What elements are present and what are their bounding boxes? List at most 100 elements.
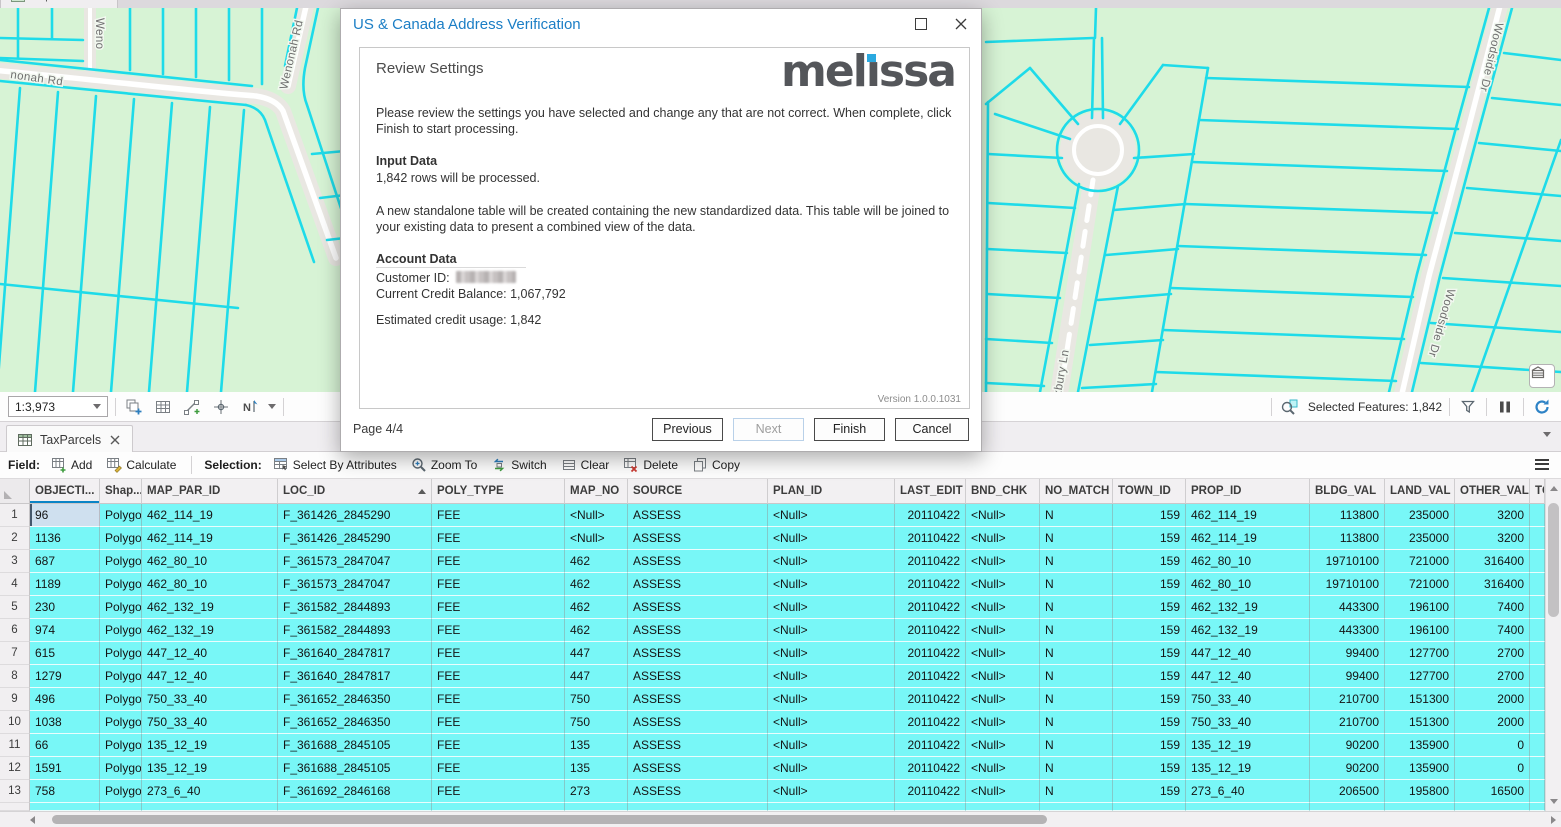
column-header[interactable]: LAST_EDIT: [895, 479, 966, 504]
table-cell[interactable]: 7400: [1455, 596, 1530, 619]
table-cell[interactable]: 974: [30, 619, 100, 642]
row-number[interactable]: 2: [0, 527, 30, 550]
table-cell[interactable]: 96: [30, 504, 100, 527]
table-cell[interactable]: Polygon: [100, 619, 142, 642]
table-cell[interactable]: 195800: [1385, 780, 1455, 803]
table-cell[interactable]: 159: [1113, 688, 1186, 711]
table-cell[interactable]: 2000: [1455, 688, 1530, 711]
table-cell[interactable]: 19710100: [1310, 573, 1385, 596]
table-cell[interactable]: F_361692_2846168: [278, 780, 432, 803]
table-cell[interactable]: 135900: [1385, 734, 1455, 757]
table-cell[interactable]: 235000: [1385, 504, 1455, 527]
table-cell[interactable]: 462: [565, 550, 628, 573]
table-cell[interactable]: 159: [1113, 573, 1186, 596]
table-cell[interactable]: F_361426_2845290: [278, 504, 432, 527]
table-cell[interactable]: ASSESS: [628, 550, 768, 573]
open-table-button[interactable]: [152, 396, 174, 418]
column-header[interactable]: TOWN_ID: [1113, 479, 1186, 504]
column-header[interactable]: NO_MATCH: [1040, 479, 1113, 504]
table-cell[interactable]: <Null>: [966, 665, 1040, 688]
row-number[interactable]: 13: [0, 780, 30, 803]
table-cell[interactable]: [1530, 527, 1545, 550]
table-cell[interactable]: F_361688_2845105: [278, 734, 432, 757]
table-cell[interactable]: 615: [30, 642, 100, 665]
table-cell[interactable]: FEE: [432, 711, 565, 734]
table-cell[interactable]: 235000: [1385, 527, 1455, 550]
table-cell[interactable]: ASSESS: [628, 504, 768, 527]
table-cell[interactable]: <Null>: [768, 573, 895, 596]
copy-button[interactable]: Copy: [689, 455, 743, 475]
scroll-right-icon[interactable]: [1551, 816, 1556, 824]
table-cell[interactable]: 687: [30, 550, 100, 573]
tab-taxparcels[interactable]: TaxParcels: [6, 425, 133, 453]
table-cell[interactable]: FEE: [432, 596, 565, 619]
table-cell[interactable]: 462_132_19: [142, 596, 278, 619]
next-button[interactable]: Next: [733, 418, 804, 441]
table-cell[interactable]: 20110422: [895, 665, 966, 688]
table-cell[interactable]: [1530, 757, 1545, 780]
table-cell[interactable]: 135900: [1385, 757, 1455, 780]
table-cell[interactable]: Polygon: [100, 711, 142, 734]
table-cell[interactable]: 159: [1113, 757, 1186, 780]
column-header[interactable]: TC: [1530, 479, 1545, 504]
table-cell[interactable]: 750: [565, 711, 628, 734]
table-cell[interactable]: 20110422: [895, 734, 966, 757]
table-cell[interactable]: 2000: [1455, 711, 1530, 734]
select-all-corner[interactable]: [0, 479, 30, 504]
column-header[interactable]: OTHER_VAL: [1455, 479, 1530, 504]
table-cell[interactable]: 159: [1113, 504, 1186, 527]
table-cell[interactable]: 159: [1113, 527, 1186, 550]
table-cell[interactable]: 20110422: [895, 757, 966, 780]
table-cell[interactable]: <Null>: [966, 757, 1040, 780]
table-cell[interactable]: 159: [1113, 642, 1186, 665]
table-cell[interactable]: FEE: [432, 688, 565, 711]
table-cell[interactable]: 20110422: [895, 711, 966, 734]
table-cell[interactable]: N: [1040, 504, 1113, 527]
dialog-titlebar[interactable]: US & Canada Address Verification: [341, 9, 981, 39]
table-cell[interactable]: Polygon: [100, 550, 142, 573]
chevron-down-icon[interactable]: [268, 404, 276, 409]
table-cell[interactable]: ASSESS: [628, 688, 768, 711]
table-cell[interactable]: <Null>: [768, 688, 895, 711]
table-cell[interactable]: Polygon: [100, 734, 142, 757]
table-cell[interactable]: F_361426_2845290: [278, 527, 432, 550]
table-cell[interactable]: 20110422: [895, 780, 966, 803]
zoom-to-button[interactable]: Zoom To: [408, 455, 480, 475]
selection-zoom-button[interactable]: [1279, 396, 1301, 418]
table-cell[interactable]: Polygon: [100, 665, 142, 688]
table-cell[interactable]: 462_132_19: [1186, 596, 1310, 619]
add-data-button[interactable]: [123, 396, 145, 418]
table-cell[interactable]: 196100: [1385, 596, 1455, 619]
column-header[interactable]: BND_CHK: [966, 479, 1040, 504]
row-number[interactable]: 6: [0, 619, 30, 642]
add-field-button[interactable]: Add: [48, 455, 95, 475]
table-cell[interactable]: <Null>: [966, 780, 1040, 803]
table-cell[interactable]: 758: [30, 780, 100, 803]
table-cell[interactable]: ASSESS: [628, 734, 768, 757]
table-cell[interactable]: FEE: [432, 734, 565, 757]
table-cell[interactable]: 99400: [1310, 665, 1385, 688]
row-number[interactable]: 9: [0, 688, 30, 711]
table-cell[interactable]: 447_12_40: [1186, 642, 1310, 665]
table-cell[interactable]: 210700: [1310, 688, 1385, 711]
table-cell[interactable]: 273_6_40: [142, 780, 278, 803]
table-cell[interactable]: N: [1040, 757, 1113, 780]
vertical-scrollbar[interactable]: [1545, 479, 1561, 811]
table-cell[interactable]: 316400: [1455, 573, 1530, 596]
close-button[interactable]: [941, 10, 981, 38]
table-cell[interactable]: <Null>: [768, 642, 895, 665]
table-cell[interactable]: <Null>: [768, 527, 895, 550]
table-cell[interactable]: Polygon: [100, 642, 142, 665]
table-cell[interactable]: <Null>: [768, 619, 895, 642]
switch-selection-button[interactable]: Switch: [488, 455, 549, 475]
table-cell[interactable]: 462_114_19: [1186, 527, 1310, 550]
table-cell[interactable]: <Null>: [966, 711, 1040, 734]
horizontal-scrollbar[interactable]: [0, 811, 1561, 827]
table-cell[interactable]: 20110422: [895, 642, 966, 665]
table-cell[interactable]: 151300: [1385, 688, 1455, 711]
calculate-field-button[interactable]: Calculate: [103, 455, 179, 475]
table-cell[interactable]: 20110422: [895, 573, 966, 596]
table-cell[interactable]: 462_114_19: [142, 504, 278, 527]
column-header[interactable]: LAND_VAL: [1385, 479, 1455, 504]
row-number[interactable]: 4: [0, 573, 30, 596]
